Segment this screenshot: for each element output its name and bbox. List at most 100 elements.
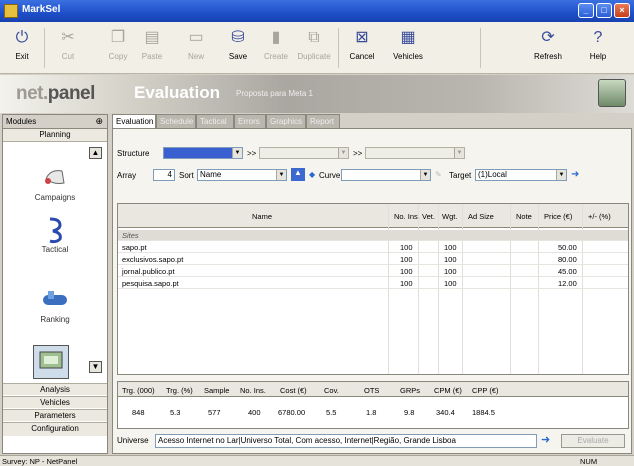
universe-label: Universe — [117, 436, 149, 445]
res-col-noins: No. Ins. — [240, 386, 266, 395]
res-ots: 1.8 — [366, 408, 377, 417]
sort-direction-button[interactable]: ▲ — [291, 168, 305, 181]
cut-button[interactable]: ✂ Cut — [48, 26, 88, 70]
col-no-ins[interactable]: No. Ins. — [394, 212, 420, 221]
header-banner: net.panel Evaluation Proposta para Meta … — [0, 75, 634, 113]
sort-select[interactable]: Name ▼ — [197, 169, 287, 181]
tab-evaluation[interactable]: Evaluation — [112, 114, 156, 129]
refresh-button[interactable]: ⟳ Refresh — [528, 26, 568, 70]
curve-select[interactable]: ▼ — [341, 169, 431, 181]
main-area: Evaluation Schedule Tactical Errors Grap… — [112, 114, 632, 454]
col-price[interactable]: Price (€) — [544, 212, 572, 221]
ranking-icon — [43, 291, 67, 305]
col-note[interactable]: Note — [516, 212, 532, 221]
table-row[interactable]: sapo.pt 100 100 50.00 — [118, 242, 628, 253]
table-row[interactable]: pesquisa.sapo.pt 100 100 12.00 — [118, 278, 628, 289]
status-survey: Survey: NP - NetPanel — [2, 457, 78, 466]
sidebar-item-selected[interactable] — [33, 345, 69, 379]
sidebar-item-campaigns[interactable]: Campaigns — [3, 163, 107, 202]
sort-label: Sort — [179, 171, 194, 180]
res-col-cov: Cov. — [324, 386, 339, 395]
col-vet[interactable]: Vet. — [422, 212, 435, 221]
target-refresh-icon[interactable]: ➜ — [571, 169, 579, 180]
tab-errors[interactable]: Errors — [234, 114, 266, 128]
next-level-arrow-2[interactable]: >> — [353, 149, 362, 158]
create-button[interactable]: ▮ Create — [256, 26, 296, 70]
tab-tactical[interactable]: Tactical — [196, 114, 234, 128]
scroll-down-arrow[interactable]: ▼ — [89, 361, 102, 373]
exit-button[interactable]: ⏻ Exit — [2, 26, 42, 70]
cancel-button[interactable]: ⊠ Cancel — [342, 26, 382, 70]
next-level-arrow[interactable]: >> — [247, 149, 256, 158]
sidebar-item-tactical[interactable]: Tactical — [3, 215, 107, 254]
res-cpm: 340.4 — [436, 408, 455, 417]
evaluate-button[interactable]: Evaluate — [561, 434, 625, 448]
res-trg000: 848 — [132, 408, 145, 417]
tab-graphics[interactable]: Graphics — [266, 114, 306, 128]
tab-report[interactable]: Report — [306, 114, 340, 128]
duplicate-icon: ⧉ — [308, 29, 320, 46]
res-col-trg000: Trg. (000) — [122, 386, 155, 395]
exit-icon: ⏻ — [15, 29, 29, 46]
res-cpp: 1884.5 — [472, 408, 495, 417]
new-button[interactable]: ▭ New — [176, 26, 216, 70]
vehicles-icon: ▦ — [400, 29, 416, 46]
paste-button[interactable]: ▤ Paste — [132, 26, 172, 70]
res-cov: 5.5 — [326, 408, 337, 417]
chevron-down-icon: ▼ — [232, 148, 242, 158]
table-row[interactable]: exclusivos.sapo.pt 100 100 80.00 — [118, 254, 628, 265]
array-input[interactable]: 4 — [153, 169, 175, 181]
title-bar: MarkSel _ □ × — [0, 0, 634, 22]
scroll-up-arrow[interactable]: ▲ — [89, 147, 102, 159]
structure-select[interactable]: ▼ — [163, 147, 243, 159]
res-cost: 6780.00 — [278, 408, 306, 417]
duplicate-button[interactable]: ⧉ Duplicate — [294, 26, 334, 70]
paste-icon: ▤ — [144, 29, 160, 46]
help-button[interactable]: ? Help — [578, 26, 618, 70]
sidebar-item-parameters[interactable]: Parameters — [3, 409, 107, 421]
universe-select-icon[interactable]: ➜ — [541, 433, 550, 446]
col-wgt[interactable]: Wgt. — [442, 212, 457, 221]
status-num: NUM — [580, 457, 598, 466]
minimize-button[interactable]: _ — [578, 3, 594, 18]
col-name[interactable]: Name — [252, 212, 272, 221]
status-bar: Survey: NP - NetPanel NUM — [0, 455, 634, 466]
tactical-icon — [49, 217, 62, 244]
sidebar-group-planning[interactable]: Planning — [3, 129, 107, 142]
vehicles-button[interactable]: ▦ Vehicles — [388, 26, 428, 70]
chevron-down-icon: ▼ — [338, 148, 348, 158]
col-change[interactable]: +/- (%) — [588, 212, 611, 221]
structure-level3-select[interactable]: ▼ — [365, 147, 465, 159]
tab-schedule[interactable]: Schedule — [156, 114, 196, 128]
chevron-down-icon: ▼ — [420, 170, 430, 180]
vehicles-grid: Name No. Ins. Vet. Wgt. Ad Size Note Pri… — [117, 203, 629, 375]
pin-icon[interactable]: ⊕ — [95, 116, 103, 127]
array-label: Array — [117, 171, 137, 180]
sidebar-item-vehicles[interactable]: Vehicles — [3, 396, 107, 408]
sidebar-item-configuration[interactable]: Configuration — [3, 422, 107, 436]
universe-field[interactable]: Acesso Internet no Lar|Universo Total, C… — [155, 434, 537, 448]
table-row[interactable]: jornal.publico.pt 100 100 45.00 — [118, 266, 628, 277]
res-col-cpm: CPM (€) — [434, 386, 462, 395]
close-button[interactable]: × — [614, 3, 630, 18]
maximize-button[interactable]: □ — [596, 3, 612, 18]
grid-header: Name No. Ins. Vet. Wgt. Ad Size Note Pri… — [118, 204, 628, 228]
grid-group-row[interactable]: Sites — [118, 230, 628, 241]
campaigns-icon — [45, 170, 65, 184]
create-icon: ▮ — [271, 29, 281, 46]
target-select[interactable]: (1)Local ▼ — [475, 169, 567, 181]
sidebar-item-analysis[interactable]: Analysis — [3, 383, 107, 395]
target-edit-icon[interactable]: ✎ — [435, 170, 442, 179]
chevron-down-icon: ▼ — [454, 148, 464, 158]
res-col-cpp: CPP (€) — [472, 386, 499, 395]
structure-level2-select[interactable]: ▼ — [259, 147, 349, 159]
save-button[interactable]: ⛁ Save — [218, 26, 258, 70]
curve-label: Curve — [319, 171, 341, 180]
res-col-grps: GRPs — [400, 386, 421, 395]
col-ad-size[interactable]: Ad Size — [468, 212, 494, 221]
evaluation-panel: Structure ▼ >> ▼ >> ▼ Array 4 Sort Name ▼… — [112, 128, 632, 454]
sidebar-item-ranking[interactable]: Ranking — [3, 285, 107, 324]
refresh-icon: ⟳ — [541, 29, 555, 46]
page-subtitle: Proposta para Meta 1 — [236, 89, 313, 98]
scissors-icon: ✂ — [61, 29, 75, 46]
